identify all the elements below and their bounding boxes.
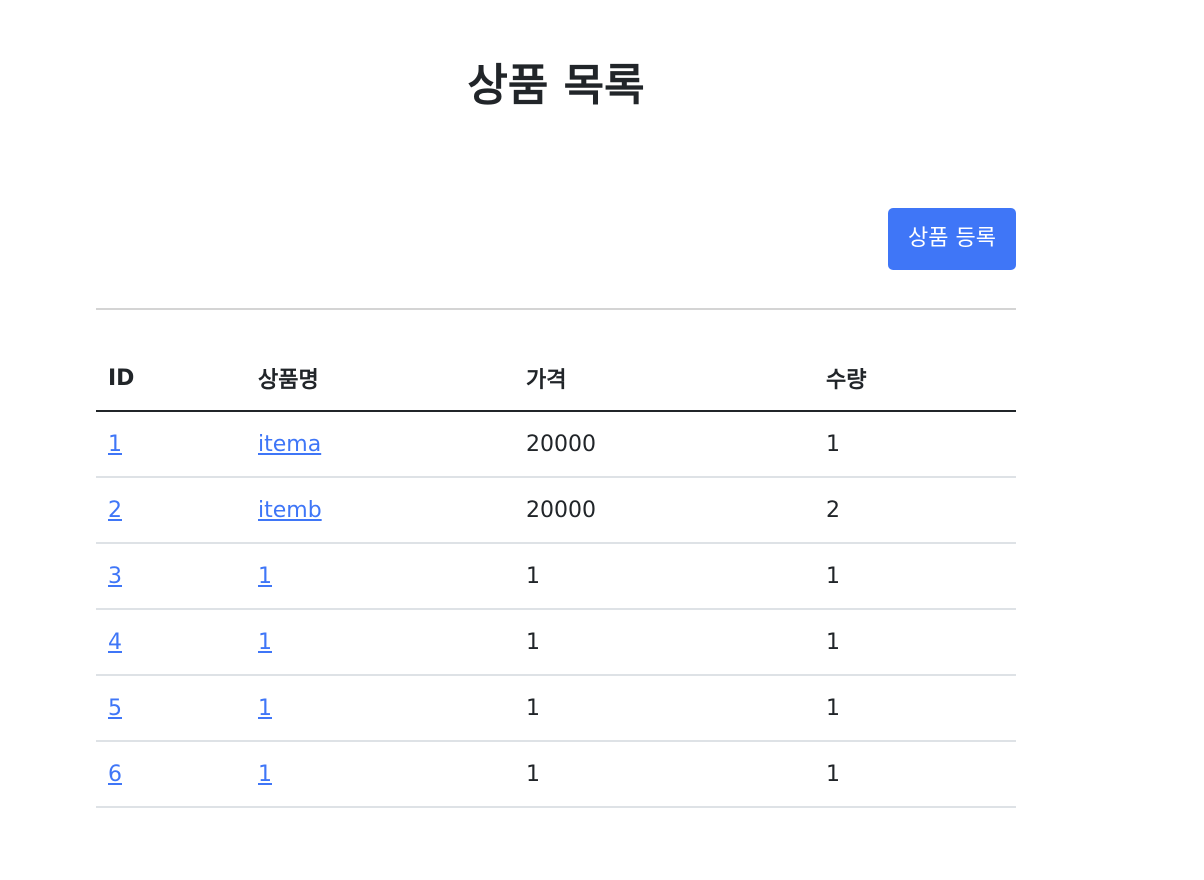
cell-name: 1 — [246, 609, 514, 676]
cell-quantity: 1 — [814, 411, 1016, 478]
item-id-link[interactable]: 6 — [108, 762, 122, 787]
cell-id: 1 — [96, 411, 246, 478]
cell-id: 2 — [96, 477, 246, 544]
cell-price: 1 — [514, 675, 814, 742]
items-table: ID 상품명 가격 수량 1 itema 20000 1 2 itemb 200… — [96, 346, 1016, 808]
item-id-link[interactable]: 3 — [108, 564, 122, 589]
cell-price: 1 — [514, 609, 814, 676]
item-name-link[interactable]: 1 — [258, 630, 272, 655]
table-row: 4 1 1 1 — [96, 609, 1016, 676]
cell-quantity: 2 — [814, 477, 1016, 544]
column-header-quantity: 수량 — [814, 346, 1016, 412]
cell-price: 1 — [514, 543, 814, 610]
item-id-link[interactable]: 1 — [108, 432, 122, 457]
cell-id: 3 — [96, 543, 246, 610]
column-header-name: 상품명 — [246, 346, 514, 412]
page-title: 상품 목록 — [467, 60, 645, 111]
register-item-button[interactable]: 상품 등록 — [888, 208, 1016, 270]
cell-quantity: 1 — [814, 741, 1016, 808]
table-row: 3 1 1 1 — [96, 543, 1016, 610]
cell-id: 6 — [96, 741, 246, 808]
divider — [96, 308, 1016, 310]
table-header-row: ID 상품명 가격 수량 — [96, 346, 1016, 412]
item-id-link[interactable]: 2 — [108, 498, 122, 523]
cell-quantity: 1 — [814, 543, 1016, 610]
cell-id: 5 — [96, 675, 246, 742]
cell-name: 1 — [246, 741, 514, 808]
table-body: 1 itema 20000 1 2 itemb 20000 2 3 1 1 1 … — [96, 411, 1016, 808]
cell-quantity: 1 — [814, 675, 1016, 742]
item-name-link[interactable]: itema — [258, 432, 321, 457]
cell-id: 4 — [96, 609, 246, 676]
item-name-link[interactable]: 1 — [258, 564, 272, 589]
table-header: ID 상품명 가격 수량 — [96, 346, 1016, 412]
table-row: 5 1 1 1 — [96, 675, 1016, 742]
cell-name: itema — [246, 411, 514, 478]
item-id-link[interactable]: 4 — [108, 630, 122, 655]
item-id-link[interactable]: 5 — [108, 696, 122, 721]
cell-name: itemb — [246, 477, 514, 544]
table-row: 2 itemb 20000 2 — [96, 477, 1016, 544]
table-row: 6 1 1 1 — [96, 741, 1016, 808]
table-row: 1 itema 20000 1 — [96, 411, 1016, 478]
cell-name: 1 — [246, 543, 514, 610]
cell-price: 20000 — [514, 411, 814, 478]
item-name-link[interactable]: itemb — [258, 498, 322, 523]
column-header-price: 가격 — [514, 346, 814, 412]
item-name-link[interactable]: 1 — [258, 762, 272, 787]
item-name-link[interactable]: 1 — [258, 696, 272, 721]
cell-quantity: 1 — [814, 609, 1016, 676]
column-header-id: ID — [96, 346, 246, 412]
cell-name: 1 — [246, 675, 514, 742]
cell-price: 20000 — [514, 477, 814, 544]
cell-price: 1 — [514, 741, 814, 808]
